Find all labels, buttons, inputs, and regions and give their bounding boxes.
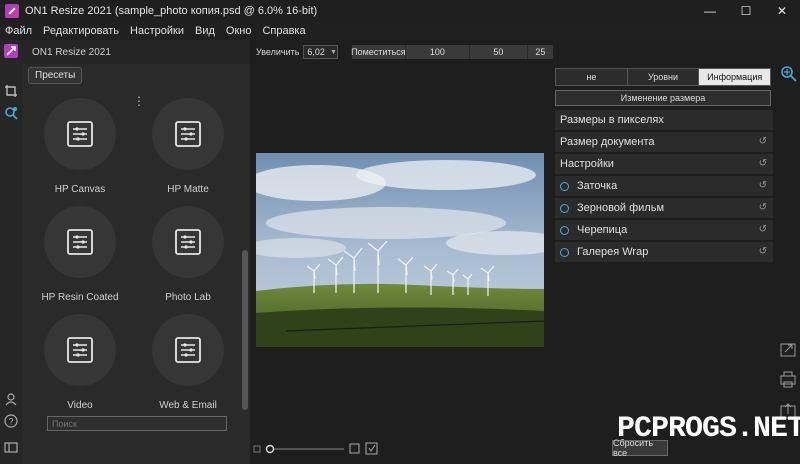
menu-edit[interactable]: Редактировать <box>43 25 119 37</box>
preset-icon <box>44 314 116 386</box>
menu-settings[interactable]: Настройки <box>130 25 184 37</box>
user-icon[interactable] <box>4 392 18 406</box>
section-sharpening[interactable]: Заточка ↺ <box>555 176 773 196</box>
section-pixel-dimensions[interactable]: Размеры в пикселях <box>555 110 773 130</box>
menu-window[interactable]: Окно <box>226 25 252 37</box>
watermark: PCPROGS.NET <box>617 412 800 446</box>
preset-label: Video <box>67 400 93 411</box>
help-icon[interactable]: ? <box>4 414 18 428</box>
zoom-presets: Поместиться 100 50 25 <box>351 45 553 59</box>
bottom-toolbar <box>250 436 550 464</box>
preset-label: HP Resin Coated <box>41 292 119 303</box>
presets-panel: ON1 Resize 2021 Пресеты ⋮ HP Canvas HP M… <box>22 40 250 464</box>
preset-icon <box>152 314 224 386</box>
app-icon <box>5 4 19 18</box>
section-label: Размеры в пикселях <box>560 114 664 126</box>
window-title: ON1 Resize 2021 (sample_photo копия.psd … <box>25 5 318 17</box>
enable-toggle[interactable] <box>560 181 569 191</box>
resize-module-icon[interactable] <box>4 44 18 58</box>
preview-image[interactable] <box>256 153 544 347</box>
panel-header: ON1 Resize 2021 <box>22 40 250 64</box>
presets-button[interactable]: Пресеты <box>28 66 83 84</box>
maximize-button[interactable]: ☐ <box>728 0 764 22</box>
preset-label: HP Matte <box>167 184 209 195</box>
panel-tabs: не Уровни Информация <box>555 68 771 86</box>
zoom-tool-icon[interactable] <box>4 106 18 120</box>
presets-scrollbar[interactable] <box>242 250 248 410</box>
section-label: Зерновой фильм <box>577 202 665 214</box>
menu-bar: Файл Редактировать Настройки Вид Окно Сп… <box>0 22 800 40</box>
tab-navigator[interactable]: не <box>556 69 628 85</box>
preset-tile[interactable]: HP Canvas <box>35 98 125 195</box>
chevron-down-icon: ▼ <box>329 48 337 56</box>
reset-icon[interactable]: ↺ <box>759 158 767 169</box>
enable-toggle[interactable] <box>560 225 569 235</box>
tab-levels[interactable]: Уровни <box>628 69 700 85</box>
reset-icon[interactable]: ↺ <box>759 180 767 191</box>
brand-label: ON1 Resize 2021 <box>32 46 111 58</box>
zoom-toolbar: Увеличить 6,02 ▼ Поместиться 100 50 25 <box>250 40 553 64</box>
section-gallery-wrap[interactable]: Галерея Wrap ↺ <box>555 242 773 262</box>
export-icon[interactable] <box>780 343 796 357</box>
preset-tile[interactable]: HP Matte <box>143 98 233 195</box>
preset-icon <box>152 98 224 170</box>
section-document-size[interactable]: Размер документа ↺ <box>555 132 773 152</box>
reset-icon[interactable]: ↺ <box>759 136 767 147</box>
section-label: Заточка <box>577 180 618 192</box>
info-panel: не Уровни Информация Изменение размера Р… <box>550 64 776 264</box>
section-label: Черепица <box>577 224 628 236</box>
zoom-100-button[interactable]: 100 <box>406 45 470 59</box>
close-button[interactable]: ✕ <box>764 0 800 22</box>
fit-button[interactable]: Поместиться <box>351 45 406 59</box>
preset-icon <box>44 98 116 170</box>
reset-icon[interactable]: ↺ <box>759 246 767 257</box>
enable-toggle[interactable] <box>560 203 569 213</box>
tool-rail: ? <box>0 40 22 464</box>
section-tiling[interactable]: Черепица ↺ <box>555 220 773 240</box>
preset-tile[interactable]: Web & Email <box>143 314 233 411</box>
section-settings[interactable]: Настройки ↺ <box>555 154 773 174</box>
preset-tile[interactable]: Video <box>35 314 125 411</box>
menu-help[interactable]: Справка <box>262 25 305 37</box>
enable-toggle[interactable] <box>560 247 569 257</box>
preset-label: Photo Lab <box>165 292 211 303</box>
section-label: Галерея Wrap <box>577 246 649 258</box>
preset-tile[interactable]: Photo Lab <box>143 206 233 303</box>
window-controls: — ☐ ✕ <box>692 0 800 22</box>
presets-toolbar: Пресеты <box>22 64 250 86</box>
print-icon[interactable] <box>780 371 796 388</box>
zoom-value: 6,02 <box>307 47 325 57</box>
zoom-50-button[interactable]: 50 <box>470 45 528 59</box>
resize-button[interactable]: Изменение размера <box>555 90 771 106</box>
tab-info[interactable]: Информация <box>699 69 771 85</box>
menu-view[interactable]: Вид <box>195 25 215 37</box>
zoom-label: Увеличить <box>256 47 300 57</box>
panel-toggle-icon[interactable] <box>4 440 18 454</box>
minimize-button[interactable]: — <box>692 0 728 22</box>
title-bar: ON1 Resize 2021 (sample_photo копия.psd … <box>0 0 800 22</box>
resize-tool-icon[interactable] <box>781 66 797 82</box>
zoom-25-button[interactable]: 25 <box>528 45 553 59</box>
section-label: Настройки <box>560 158 614 170</box>
menu-file[interactable]: Файл <box>5 25 32 37</box>
reset-icon[interactable]: ↺ <box>759 224 767 235</box>
section-film-grain[interactable]: Зерновой фильм ↺ <box>555 198 773 218</box>
zoom-select[interactable]: 6,02 ▼ <box>303 45 338 59</box>
reset-icon[interactable]: ↺ <box>759 202 767 213</box>
crop-icon[interactable] <box>4 84 18 98</box>
right-tool-rail <box>776 64 800 464</box>
preset-icon <box>152 206 224 278</box>
section-label: Размер документа <box>560 136 655 148</box>
preset-icon <box>44 206 116 278</box>
preset-label: Web & Email <box>159 400 217 411</box>
svg-text:?: ? <box>8 417 13 427</box>
zoom-slider[interactable] <box>250 436 550 464</box>
search-input[interactable] <box>52 418 226 429</box>
preset-label: HP Canvas <box>54 184 106 195</box>
preset-tile[interactable]: HP Resin Coated <box>35 206 125 303</box>
search-field[interactable] <box>47 416 227 431</box>
